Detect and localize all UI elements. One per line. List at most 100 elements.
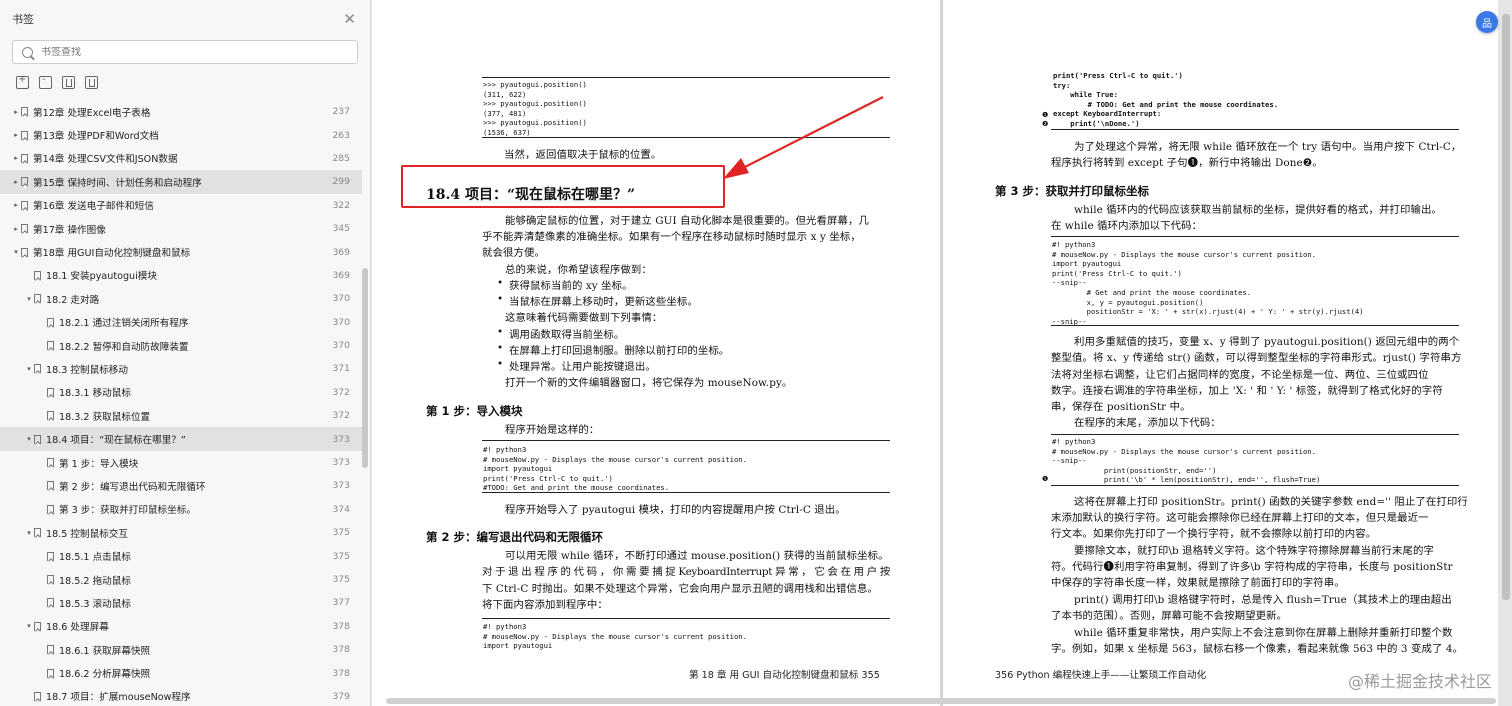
expand-arrow-icon[interactable]: ▾: [25, 365, 33, 373]
bookmark-search-input[interactable]: [41, 46, 341, 58]
expand-arrow-icon[interactable]: ▸: [12, 201, 20, 209]
bookmark-item[interactable]: ▸ 第12章 处理Excel电子表格 237: [0, 100, 362, 123]
bookmark-label: 第 2 步：编写退出代码和无限循环: [59, 481, 206, 493]
expand-arrow-icon[interactable]: ▾: [25, 295, 33, 303]
page-355: >>> pyautogui.position() (311, 622) >>> …: [372, 0, 940, 706]
bookmark-item[interactable]: 18.6.1 获取屏幕快照 378: [0, 638, 362, 661]
search-icon: [22, 46, 33, 58]
bookmark-label: 第18章 用GUI自动化控制键盘和鼠标: [33, 248, 191, 260]
bookmark-search-box[interactable]: [12, 40, 358, 64]
bookmark-icon: [34, 364, 41, 374]
bookmark-icon: [21, 224, 28, 234]
bookmark-icon: [47, 551, 54, 561]
bookmark-item[interactable]: ▾ 18.3 控制鼠标移动 371: [0, 357, 362, 380]
bookmark-item[interactable]: ▸ 第14章 处理CSV文件和JSON数据 285: [0, 147, 362, 170]
bookmark-icon: [21, 130, 28, 140]
expand-arrow-icon[interactable]: ▸: [12, 108, 20, 116]
bookmark-label: 18.7 项目：扩展mouseNow程序: [46, 692, 191, 704]
bookmark-page-number: 375: [332, 550, 350, 562]
bookmark-item[interactable]: 18.7 项目：扩展mouseNow程序 379: [0, 685, 362, 706]
paragraph: 整型值。将 x、y 传递给 str() 函数，可以得到整型坐标的字符串形式。rj…: [1051, 352, 1462, 364]
bookmark-item[interactable]: ▾ 18.2 走对路 370: [0, 287, 362, 310]
expand-arrow-icon[interactable]: ▸: [12, 154, 20, 162]
bookmark-icon: [47, 317, 54, 327]
bookmark-page-number: 370: [332, 293, 350, 305]
sidebar-header: 书签 ✕: [0, 0, 370, 38]
code-block: print('Press Ctrl-C to quit.') try: whil…: [1053, 71, 1279, 128]
bookmark-item[interactable]: ▾ 18.5 控制鼠标交互 375: [0, 521, 362, 544]
bookmark-item[interactable]: 18.5.2 拖动鼠标 375: [0, 568, 362, 591]
bookmark-icon: [47, 411, 54, 421]
paragraph: 要擦除文本，就打印\b 退格转义字符。这个特殊字符擦除屏幕当前行末尾的字: [1074, 545, 1434, 557]
expand-arrow-icon[interactable]: ▾: [25, 622, 33, 630]
bookmark-item[interactable]: 18.6.2 分析屏幕快照 378: [0, 661, 362, 684]
bookmark-page-number: 263: [332, 129, 350, 141]
collapse-all-icon[interactable]: [39, 74, 52, 89]
bookmark-label: 18.2.2 暂停和自动防故障装置: [59, 341, 189, 353]
add-bookmark-icon[interactable]: [62, 76, 75, 89]
expand-arrow-icon[interactable]: ▸: [12, 225, 20, 233]
bookmark-item[interactable]: 18.1 安装pyautogui模块 369: [0, 264, 362, 287]
bullet-item: 获得鼠标当前的 xy 坐标。: [497, 277, 633, 292]
paragraph: 中保存的字符串长度一样，效果就是擦除了前面打印的字符串。: [1051, 577, 1345, 589]
paragraph: 法将对坐标右调整，让它们占据同样的宽度，不论坐标是一位、两位、三位或四位: [1051, 369, 1429, 381]
bookmark-icon: [21, 107, 28, 117]
bookmark-icon: [21, 247, 28, 257]
red-arrow-annotation: [723, 96, 884, 179]
bookmark-item[interactable]: ▸ 第17章 操作图像 345: [0, 217, 362, 240]
paragraph: 可以用无限 while 循环，不断打印通过 mouse.position() 获…: [505, 550, 889, 562]
expand-all-icon[interactable]: [16, 74, 29, 89]
paragraph: 下 Ctrl-C 时抛出。如果不处理这个异常，它会向用户显示丑陋的调用栈和出错信…: [482, 583, 878, 595]
close-icon[interactable]: ✕: [343, 10, 356, 28]
bookmark-item[interactable]: 18.3.1 移动鼠标 372: [0, 381, 362, 404]
bookmark-label: 第17章 操作图像: [33, 224, 106, 236]
bookmark-page-number: 345: [332, 223, 350, 235]
paragraph: 利用多重赋值的技巧，变量 x、y 得到了 pyautogui.position(…: [1074, 336, 1460, 348]
bookmark-item[interactable]: ▾ 18.6 处理屏幕 378: [0, 615, 362, 638]
expand-arrow-icon[interactable]: ▸: [12, 178, 20, 186]
bookmark-label: 第12章 处理Excel电子表格: [33, 107, 151, 119]
watermark: @稀土掘金技术社区: [1347, 672, 1492, 691]
bookmark-page-number: 379: [332, 690, 350, 702]
expand-arrow-icon[interactable]: ▾: [25, 435, 33, 443]
vertical-scrollbar[interactable]: [1502, 2, 1510, 602]
bookmark-item[interactable]: 18.3.2 获取鼠标位置 372: [0, 404, 362, 427]
bookmark-item[interactable]: 18.5.3 滚动鼠标 377: [0, 591, 362, 614]
bookmark-icon: [21, 200, 28, 210]
paragraph: 打开一个新的文件编辑器窗口，将它保存为 mouseNow.py。: [505, 377, 793, 389]
bookmark-item[interactable]: 18.5.1 点击鼠标 375: [0, 544, 362, 567]
bookmark-page-number: 371: [332, 363, 350, 375]
bookmark-item[interactable]: 第 3 步：获取并打印鼠标坐标。 374: [0, 498, 362, 521]
floating-tool-button[interactable]: 品: [1476, 11, 1498, 33]
bookmark-page-number: 375: [332, 574, 350, 585]
bookmark-page-number: 375: [332, 527, 350, 539]
bookmark-icon[interactable]: [85, 76, 98, 89]
bullet-item: 处理异常。让用户能按键退出。: [497, 358, 656, 373]
bookmark-icon: [47, 481, 54, 491]
scrollbar-thumb[interactable]: [1502, 14, 1510, 600]
bookmark-icon: [47, 458, 54, 468]
bookmark-sidebar: 书签 ✕ ▸ 第12章 处理Excel电子表格 237 ▸ 第13章 处理PDF和Wor…: [0, 0, 371, 706]
bookmark-item[interactable]: ▸ 第15章 保持时间、计划任务和启动程序 299: [0, 170, 362, 194]
bookmark-item[interactable]: ▸ 第16章 发送电子邮件和短信 322: [0, 194, 362, 217]
bookmark-item[interactable]: 第 1 步：导入模块 373: [0, 451, 362, 474]
sidebar-scrollbar[interactable]: [362, 268, 368, 468]
horizontal-scrollbar[interactable]: [386, 698, 1496, 704]
bookmark-label: 18.3.1 移动鼠标: [59, 388, 131, 400]
bookmark-page-number: 369: [332, 269, 350, 281]
expand-arrow-icon[interactable]: ▸: [12, 131, 20, 139]
bookmark-item[interactable]: 18.2.1 通过注销关闭所有程序 370: [0, 311, 362, 334]
expand-arrow-icon[interactable]: ▾: [25, 529, 33, 537]
expand-arrow-icon[interactable]: ▾: [12, 248, 20, 256]
paragraph: while 循环内的代码应该获取当前鼠标的坐标，提供好看的格式，并打印输出。: [1074, 204, 1442, 216]
bookmark-label: 第16章 发送电子邮件和短信: [33, 201, 154, 213]
bookmark-page-number: 237: [332, 106, 350, 118]
bookmark-item[interactable]: ▾ 18.4 项目：“现在鼠标在哪里？” 373: [0, 427, 362, 451]
code-rule-top: [482, 440, 890, 441]
bookmark-item[interactable]: ▸ 第13章 处理PDF和Word文档 263: [0, 123, 362, 146]
bookmark-item[interactable]: 18.2.2 暂停和自动防故障装置 370: [0, 334, 362, 357]
bookmark-icon: [34, 528, 41, 538]
bookmark-item[interactable]: 第 2 步：编写退出代码和无限循环 373: [0, 474, 362, 497]
bookmark-item[interactable]: ▾ 第18章 用GUI自动化控制键盘和鼠标 369: [0, 240, 362, 263]
bookmark-page-number: 370: [332, 316, 350, 328]
